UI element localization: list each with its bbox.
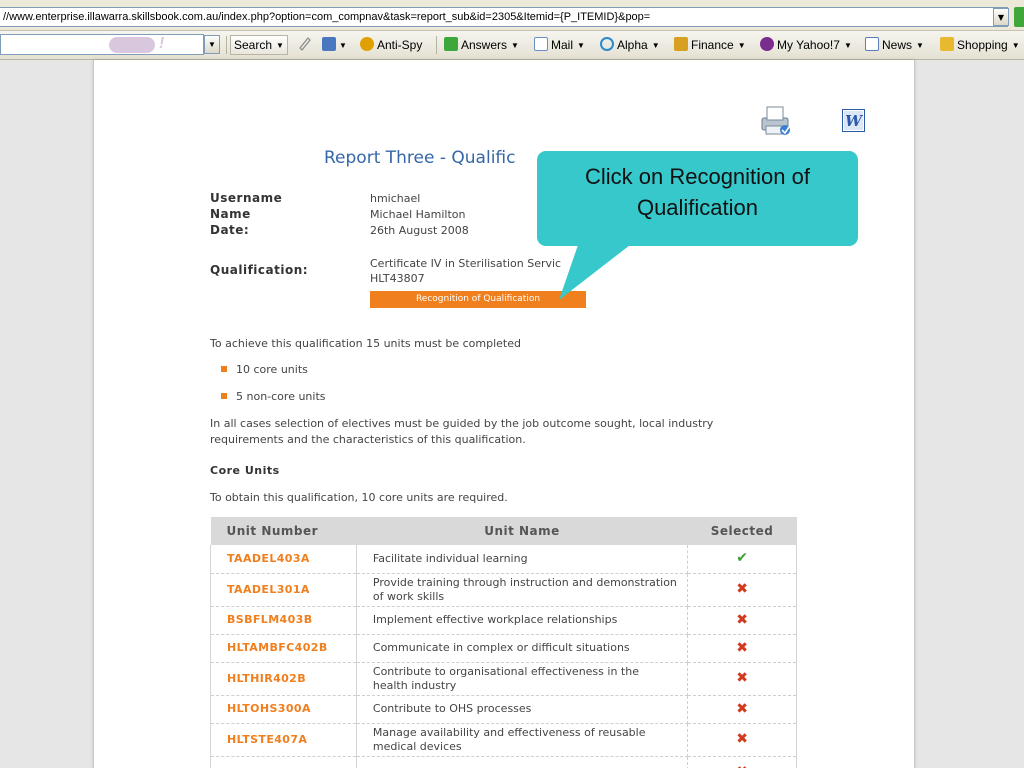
toolbar-separator	[436, 36, 437, 54]
table-header-row: Unit Number Unit Name Selected	[210, 517, 797, 545]
cross-icon: ✖	[736, 700, 748, 717]
news-icon	[865, 37, 879, 51]
toolbar-search-button[interactable]: Search ▼	[230, 35, 288, 55]
address-bar: //www.enterprise.illawarra.skillsbook.co…	[0, 0, 1024, 31]
bullet-icon	[221, 393, 227, 399]
url-field[interactable]: //www.enterprise.illawarra.skillsbook.co…	[0, 7, 1008, 27]
toolbar-finance[interactable]: Finance ▼	[674, 35, 746, 55]
unit-name: Manage availability and effectiveness of…	[356, 723, 689, 757]
table-row: TAADEL301A Provide training through inst…	[210, 573, 797, 607]
cross-icon: ✖	[736, 764, 748, 768]
qualification-label: Qualification:	[210, 263, 309, 277]
unit-name: Provide training through instruction and…	[356, 573, 689, 607]
callout-line1: Click on Recognition of	[584, 164, 810, 189]
date-value: 26th August 2008	[370, 224, 469, 237]
word-export-icon[interactable]: W	[842, 109, 865, 132]
yahoo-logo-icon: !	[109, 35, 175, 53]
name-value: Michael Hamilton	[370, 208, 466, 221]
toolbar-news[interactable]: News ▼	[865, 35, 924, 55]
toolbar-search-dropdown[interactable]: ▼	[204, 35, 220, 54]
unit-code[interactable]: TAADEL301A	[210, 573, 357, 607]
cross-icon: ✖	[736, 611, 748, 628]
answers-icon	[444, 37, 458, 51]
unit-name: Manage effectiveness of reprocessing of …	[356, 756, 689, 768]
core-units-note: To obtain this qualification, 10 core un…	[210, 491, 508, 504]
cross-icon: ✖	[736, 581, 748, 597]
antispy-icon	[360, 37, 374, 51]
recognition-of-qualification-button[interactable]: Recognition of Qualification	[370, 291, 586, 308]
name-label: Name	[210, 207, 251, 221]
instruction-callout: Click on Recognition of Qualification	[537, 151, 858, 246]
toolbar-myyahoo[interactable]: My Yahoo!7 ▼	[760, 35, 852, 55]
unit-code[interactable]: BSBFLM403B	[210, 606, 357, 635]
unit-code[interactable]: HLTOHS300A	[210, 695, 357, 724]
toolbar-alpha[interactable]: Alpha ▼	[600, 35, 660, 55]
url-dropdown-button[interactable]: ▼	[993, 8, 1009, 26]
unit-name: Facilitate individual learning	[356, 545, 689, 574]
intro-text: To achieve this qualification 15 units m…	[210, 337, 521, 350]
cross-icon: ✖	[736, 731, 748, 747]
highlight-pen-icon[interactable]	[297, 35, 313, 55]
alpha-icon	[600, 37, 614, 51]
check-icon: ✔	[736, 550, 748, 567]
electives-note-line2: requirements and the characteristics of …	[210, 433, 526, 446]
bullet-core-units: 10 core units	[236, 363, 308, 376]
core-units-table: Unit Number Unit Name Selected TAADEL403…	[210, 517, 797, 768]
toolbar-search-input[interactable]: !	[0, 34, 204, 55]
table-row: BSBFLM403B Implement effective workplace…	[210, 606, 797, 635]
toolbar-separator	[226, 36, 227, 54]
bullet-noncore-units: 5 non-core units	[236, 390, 326, 403]
username-value: hmichael	[370, 192, 421, 205]
column-header-unit-name: Unit Name	[356, 517, 688, 545]
unit-name: Contribute to organisational effectivene…	[356, 662, 689, 696]
toolbar-menu-icon[interactable]: ▼	[322, 35, 347, 55]
toolbar-answers[interactable]: Answers ▼	[444, 35, 519, 55]
unit-code[interactable]: HLTSTE408A	[210, 756, 357, 768]
table-row: HLTSTE408A Manage effectiveness of repro…	[210, 756, 797, 768]
mail-icon	[534, 37, 548, 51]
finance-icon	[674, 37, 688, 51]
column-header-unit-number: Unit Number	[210, 517, 357, 545]
date-label: Date:	[210, 223, 250, 237]
myyahoo-icon	[760, 37, 774, 51]
svg-text:W: W	[845, 112, 864, 130]
qualification-title: Certificate IV in Sterilisation Servic	[370, 257, 562, 270]
unit-code[interactable]: HLTHIR402B	[210, 662, 357, 696]
bullet-icon	[221, 366, 227, 372]
cross-icon: ✖	[736, 639, 748, 656]
cross-icon: ✖	[736, 670, 748, 686]
shopping-icon	[940, 37, 954, 51]
table-row: HLTOHS300A Contribute to OHS processes ✖	[210, 695, 797, 724]
toolbar-antispy[interactable]: Anti-Spy	[360, 35, 422, 55]
table-row: TAADEL403A Facilitate individual learnin…	[210, 545, 797, 574]
toolbar-shopping[interactable]: Shopping ▼	[940, 35, 1020, 55]
table-row: HLTSTE407A Manage availability and effec…	[210, 723, 797, 757]
electives-note-line1: In all cases selection of electives must…	[210, 417, 714, 430]
go-button[interactable]	[1014, 7, 1024, 27]
toolbar-mail[interactable]: Mail ▼	[534, 35, 585, 55]
column-header-selected: Selected	[687, 517, 797, 545]
callout-line2: Qualification	[636, 195, 759, 220]
print-icon[interactable]	[758, 104, 794, 138]
username-label: Username	[210, 191, 283, 205]
unit-code[interactable]: HLTAMBFC402B	[210, 634, 357, 663]
unit-code[interactable]: TAADEL403A	[210, 545, 357, 574]
unit-name: Implement effective workplace relationsh…	[356, 606, 689, 635]
yahoo-toolbar: ! ▼ Search ▼ ▼ Anti-Spy Answers ▼ Mail ▼ Al…	[0, 31, 1024, 60]
report-title: Report Three - Qualific	[324, 148, 516, 168]
unit-name: Communicate in complex or difficult situ…	[356, 634, 689, 663]
qualification-code: HLT43807	[370, 272, 425, 285]
core-units-heading: Core Units	[210, 464, 280, 477]
unit-code[interactable]: HLTSTE407A	[210, 723, 357, 757]
unit-name: Contribute to OHS processes	[356, 695, 689, 724]
table-row: HLTAMBFC402B Communicate in complex or d…	[210, 634, 797, 663]
table-row: HLTHIR402B Contribute to organisational …	[210, 662, 797, 696]
